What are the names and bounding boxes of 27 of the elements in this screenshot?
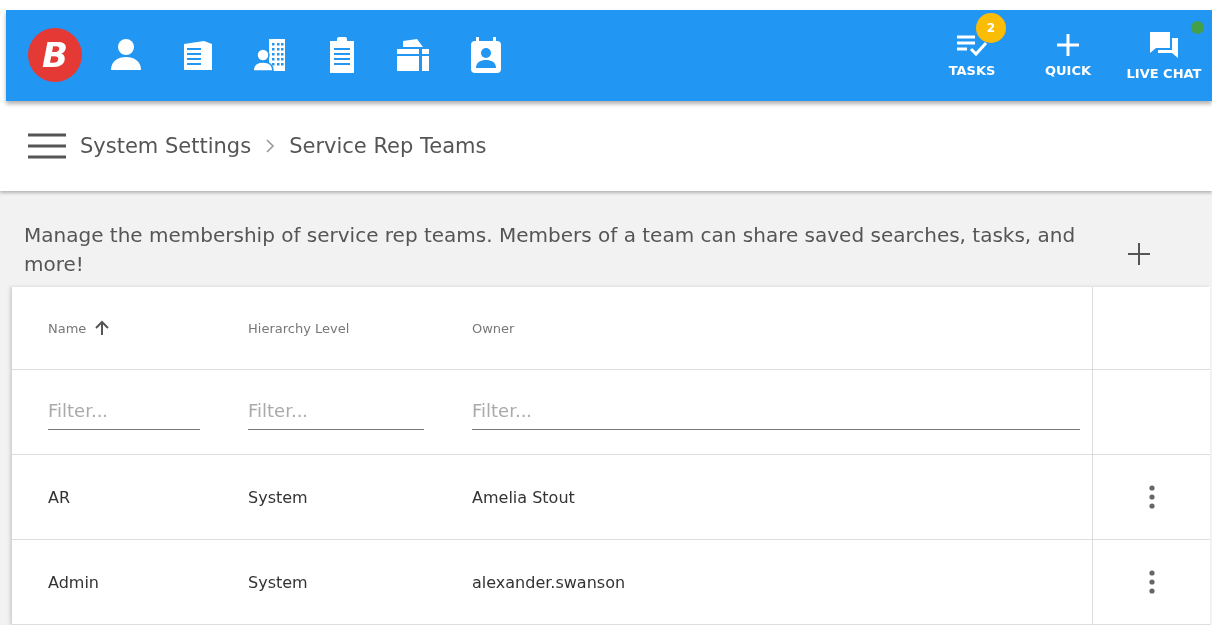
logo[interactable]: B [28, 28, 82, 83]
chat-button[interactable]: LIVE CHAT [1116, 10, 1212, 101]
chevron-right-icon [265, 138, 276, 153]
breadcrumb-link[interactable]: System Settings [80, 133, 252, 158]
count-badge: 2 [976, 13, 1006, 43]
tasks-button[interactable]: TASKS 2 [924, 10, 1020, 101]
column-header[interactable]: Hierarchy Level [248, 320, 350, 336]
column-header[interactable]: Name [48, 320, 87, 336]
kebab-menu-icon [1148, 570, 1155, 594]
description-text: Manage the membership of service rep teams. Members of a team can share saved searches, tasks, and more! [24, 222, 1077, 278]
plus-icon [1128, 243, 1150, 265]
plus-icon [1056, 32, 1080, 57]
table-cell: System [248, 487, 308, 507]
kebab-menu-icon [1148, 485, 1155, 509]
table-cell: alexander.swanson [472, 572, 626, 592]
quick-button[interactable]: QUICK [1020, 10, 1116, 101]
clipboard-icon [328, 36, 356, 75]
table-cell: Amelia Stout [472, 487, 575, 507]
breadcrumb-link[interactable]: Service Rep Teams [289, 133, 487, 158]
table-cell: AR [48, 487, 71, 507]
contact-card-icon [469, 36, 503, 75]
chat-icon [1148, 29, 1180, 60]
table-cell: Admin [48, 572, 99, 592]
column-header[interactable]: Owner [472, 320, 515, 336]
sort-arrow-up-icon[interactable] [94, 320, 111, 336]
table-cell: System [248, 572, 308, 592]
menu-icon[interactable] [28, 132, 66, 159]
